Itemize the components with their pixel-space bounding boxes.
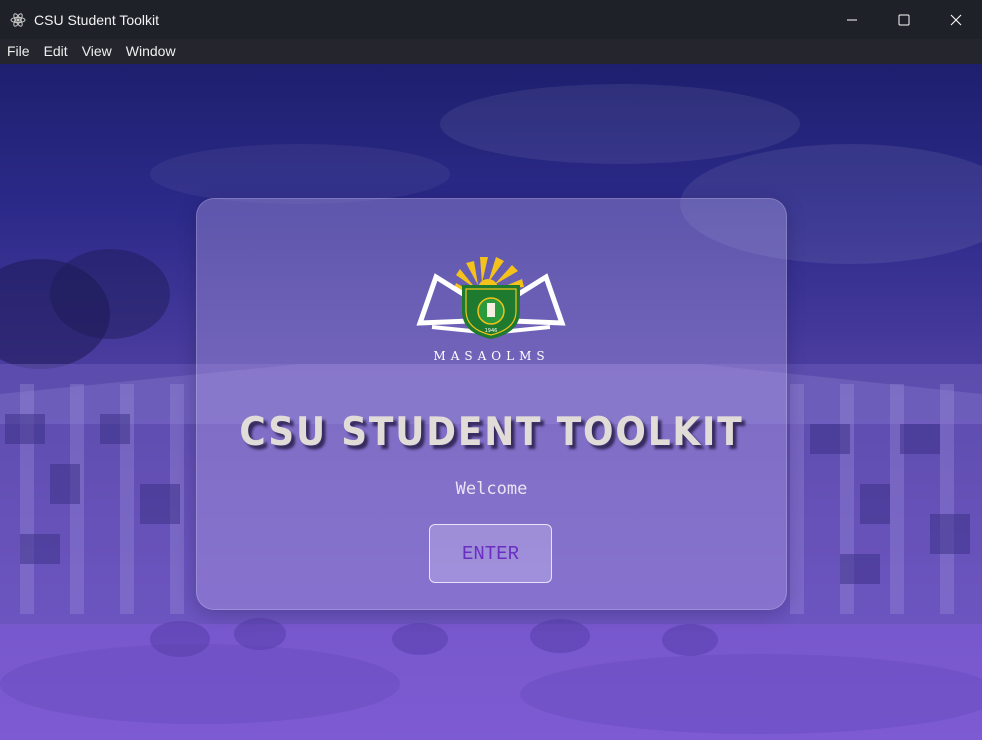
maximize-icon	[898, 14, 910, 25]
svg-text:1946: 1946	[485, 328, 498, 334]
minimize-button[interactable]	[826, 0, 878, 39]
close-icon	[950, 14, 962, 25]
maximize-button[interactable]	[878, 0, 930, 39]
title-bar: CSU Student Toolkit	[0, 0, 982, 39]
app-icon	[10, 12, 26, 28]
menu-file[interactable]: File	[0, 39, 37, 64]
minimize-icon	[847, 19, 857, 20]
university-seal-logo: 1946	[416, 257, 566, 339]
menu-window[interactable]: Window	[119, 39, 183, 64]
menu-edit[interactable]: Edit	[37, 39, 75, 64]
menu-bar: File Edit View Window	[0, 39, 982, 64]
app-content: 1946 MASAOLMS CSU STUDENT TOOLKIT Welcom…	[0, 64, 982, 740]
welcome-text: Welcome	[455, 479, 528, 499]
welcome-card: 1946 MASAOLMS CSU STUDENT TOOLKIT Welcom…	[196, 198, 787, 610]
logo-caption: MASAOLMS	[433, 349, 550, 363]
window-title: CSU Student Toolkit	[34, 11, 160, 28]
close-button[interactable]	[930, 0, 982, 39]
enter-button[interactable]: ENTER	[429, 524, 552, 583]
menu-view[interactable]: View	[75, 39, 119, 64]
page-title: CSU STUDENT TOOLKIT	[239, 410, 744, 455]
university-logo: 1946 MASAOLMS	[416, 249, 567, 369]
